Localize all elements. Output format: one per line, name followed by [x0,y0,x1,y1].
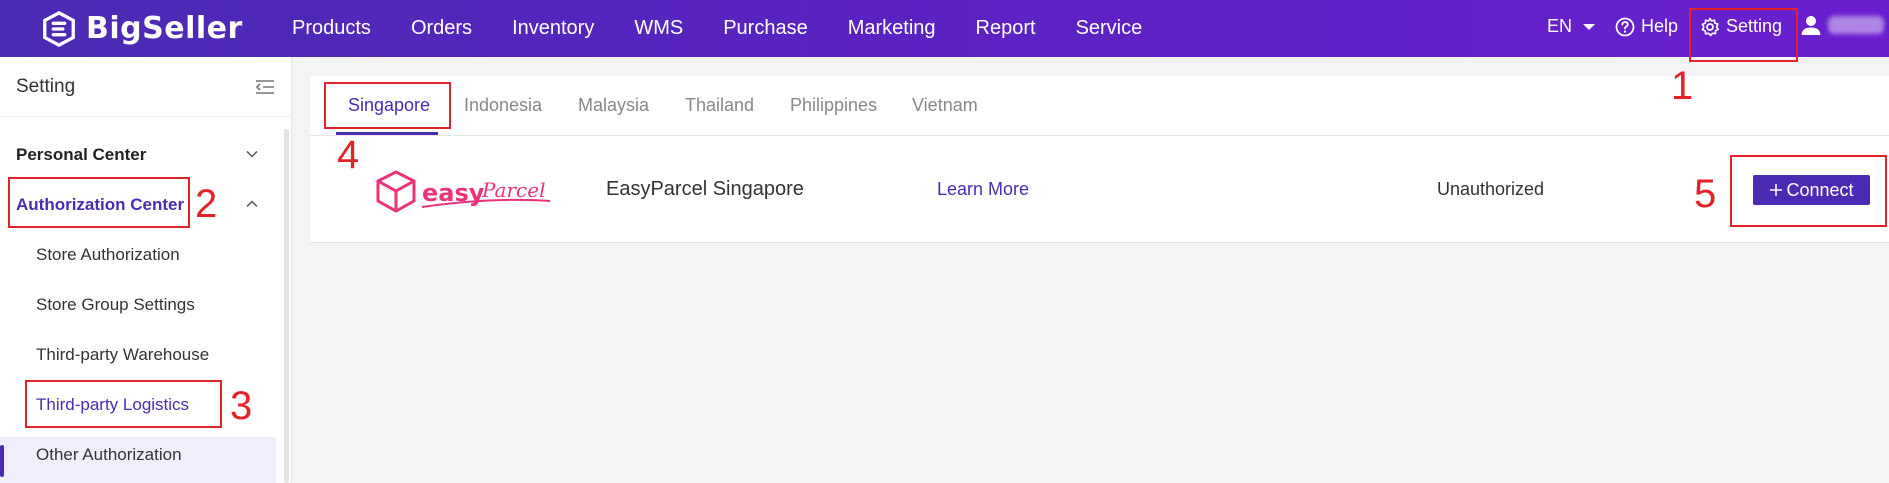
collapse-menu-icon[interactable] [255,79,275,95]
annotation-number-3: 3 [230,384,253,428]
annotation-number-1: 1 [1671,64,1694,108]
authorization-status: Unauthorized [1437,179,1545,199]
annotation-number-4: 4 [337,133,360,177]
user-menu[interactable] [1800,14,1884,36]
carrier-name: EasyParcel Singapore [606,178,804,200]
learn-more-link[interactable]: Learn More [937,179,1029,200]
annotation-box-singapore-tab [324,82,451,129]
nav-orders[interactable]: Orders [411,17,472,40]
sidebar-item-store-authorization[interactable]: Store Authorization [36,245,180,265]
nav-service[interactable]: Service [1076,17,1143,40]
top-bar: BigSeller Products Orders Inventory WMS … [0,0,1889,57]
annotation-box-connect [1730,155,1887,227]
annotation-box-setting [1689,8,1798,62]
brand-logo[interactable]: BigSeller [40,6,243,51]
caret-down-icon [1583,23,1596,30]
svg-text:Parcel: Parcel [481,178,545,202]
nav-wms[interactable]: WMS [634,17,683,40]
tab-malaysia[interactable]: Malaysia [578,95,649,116]
sidebar-group-personal-center[interactable]: Personal Center [16,145,146,165]
sidebar-item-other-authorization[interactable]: Other Authorization [36,445,182,465]
question-circle-icon [1615,17,1635,36]
language-label: EN [1547,16,1573,36]
country-tabs: Singapore Indonesia Malaysia Thailand Ph… [310,76,1889,136]
annotation-box-third-party-logistics [25,380,222,428]
brand-name: BigSeller [86,11,243,46]
tab-thailand[interactable]: Thailand [685,95,754,116]
chevron-up-icon[interactable] [245,197,259,211]
annotation-box-authorization-center [8,177,190,228]
sidebar-title: Setting [16,75,76,97]
user-name-redacted [1828,16,1884,34]
language-selector[interactable]: EN [1547,16,1596,37]
help-label: Help [1641,16,1679,36]
sidebar-item-store-group-settings[interactable]: Store Group Settings [36,295,195,315]
user-icon [1801,16,1821,35]
tab-vietnam[interactable]: Vietnam [912,95,978,116]
nav-marketing[interactable]: Marketing [848,17,936,40]
help-link[interactable]: Help [1615,16,1678,37]
tab-indonesia[interactable]: Indonesia [464,95,542,116]
main-nav: Products Orders Inventory WMS Purchase M… [292,0,1182,57]
annotation-number-5: 5 [1694,172,1717,216]
easyparcel-logo-icon: easy Parcel [376,170,551,213]
carrier-row: easy Parcel [310,137,1889,243]
nav-purchase[interactable]: Purchase [723,17,808,40]
nav-report[interactable]: Report [976,17,1036,40]
nav-products[interactable]: Products [292,17,371,40]
annotation-number-2: 2 [195,182,218,226]
sidebar-scrollbar[interactable] [284,129,289,483]
sidebar-header: Setting [0,57,291,117]
tab-philippines[interactable]: Philippines [790,95,877,116]
sidebar-item-third-party-warehouse[interactable]: Third-party Warehouse [36,345,209,365]
chevron-down-icon[interactable] [245,147,259,161]
bigseller-logo-icon [43,10,75,47]
active-item-indicator [0,445,4,477]
nav-inventory[interactable]: Inventory [512,17,594,40]
